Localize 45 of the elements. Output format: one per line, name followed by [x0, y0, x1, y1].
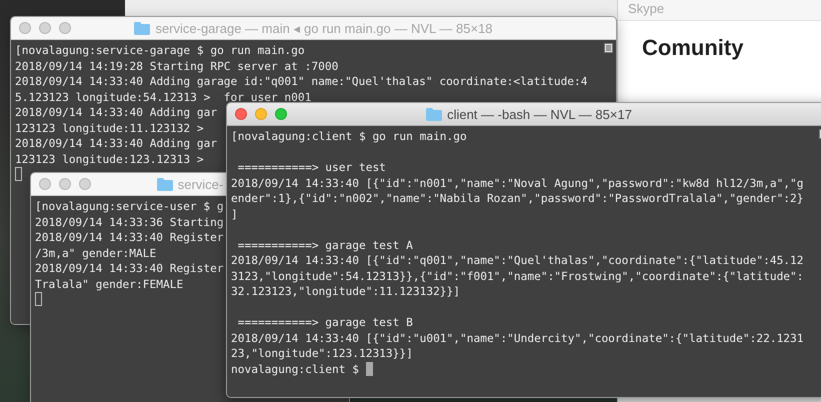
terminal-line: ender":1},{"id":"n002","name":"Nabila Rozan","password":"PasswordTralala","gender":2}: [231, 192, 804, 205]
terminal-line: 2018/09/14 14:33:40 Adding gar: [15, 137, 218, 150]
close-button[interactable]: [19, 22, 31, 34]
folder-icon: [426, 108, 442, 120]
window-title: client — -bash — NVL — 85×17: [447, 106, 632, 122]
minimize-button[interactable]: [255, 108, 267, 120]
close-button[interactable]: [235, 108, 247, 120]
terminal-line: ===========> garage test B: [236, 316, 413, 329]
terminal-line: 2018/09/14 14:19:28 Starting RPC server at :7000: [15, 60, 338, 72]
terminal-line: 2018/09/14 14:33:40 [{"id":"u001","name":"Undercity","coordinate":{"latitude":22.1231: [231, 332, 804, 344]
terminal-line: 123123 longitude:123.12313 >: [15, 152, 204, 166]
terminal-line: 123123 longitude:11.123132 >: [15, 122, 204, 134]
terminal-line: [novalagung:client $ go run main.go: [231, 130, 467, 143]
terminal-line: 2018/09/14 14:33:40 Register: [35, 262, 224, 275]
window-title: Skype: [628, 1, 664, 16]
terminal-line: Tralala" gender:FEMALE: [35, 278, 184, 290]
terminal-line: 2018/09/14 14:33:36 Starting: [35, 216, 224, 228]
zoom-button[interactable]: [275, 108, 287, 120]
folder-icon: [134, 22, 150, 34]
close-button[interactable]: [39, 178, 51, 190]
window-title: service-: [178, 176, 224, 192]
terminal-line: 32.123123,"longitude":11.123132}}]: [231, 285, 460, 298]
minimize-button[interactable]: [59, 178, 71, 190]
terminal-line: 23,"longitude":123.12313}}]: [231, 347, 413, 360]
terminal-line: 2018/09/14 14:33:40 Register: [35, 231, 224, 244]
terminal-line: /3m,a" gender:MALE: [35, 246, 156, 260]
terminal-line: 3123,"longitude":54.12313}},{"id":"f001","name":"Frostwing","coordinate":{"latitude":: [231, 270, 804, 282]
scroll-indicator-icon: [604, 43, 613, 53]
terminal-line: [novalagung:service-garage $ go run main.go: [15, 44, 305, 57]
terminal-line: 2018/09/14 14:33:40 Adding garage id:"q001" name:"Quel'thalas" coordinate:<latitude:4: [15, 75, 588, 88]
terminal-line: [novalagung:service-user $ g: [35, 200, 224, 213]
zoom-button[interactable]: [59, 22, 71, 34]
window-title: service-garage — main ◂ go run main.go — NVL — 85×18: [155, 20, 493, 36]
terminal-line: ]: [231, 208, 238, 220]
terminal-line: 2018/09/14 14:33:40 [{"id":"n001","name":"Noval Agung","password":"kw8d hl12/3m,a","g: [231, 176, 804, 190]
terminal-line: ===========> user test: [236, 161, 386, 174]
zoom-button[interactable]: [79, 178, 91, 190]
terminal-prompt: novalagung:client $: [231, 362, 360, 376]
terminal-line: 2018/09/14 14:33:40 [{"id":"q001","name":"Quel'thalas","coordinate":{"latitude":45.12: [231, 254, 804, 267]
terminal-line: 2018/09/14 14:33:40 Adding gar: [15, 106, 218, 119]
minimize-button[interactable]: [39, 22, 51, 34]
terminal-line: ===========> garage test A: [236, 238, 413, 252]
page-heading: Comunity: [642, 35, 744, 60]
folder-icon: [156, 178, 173, 190]
terminal-line: 5.123123 longitude:54.12313 > for user n001: [15, 90, 312, 104]
